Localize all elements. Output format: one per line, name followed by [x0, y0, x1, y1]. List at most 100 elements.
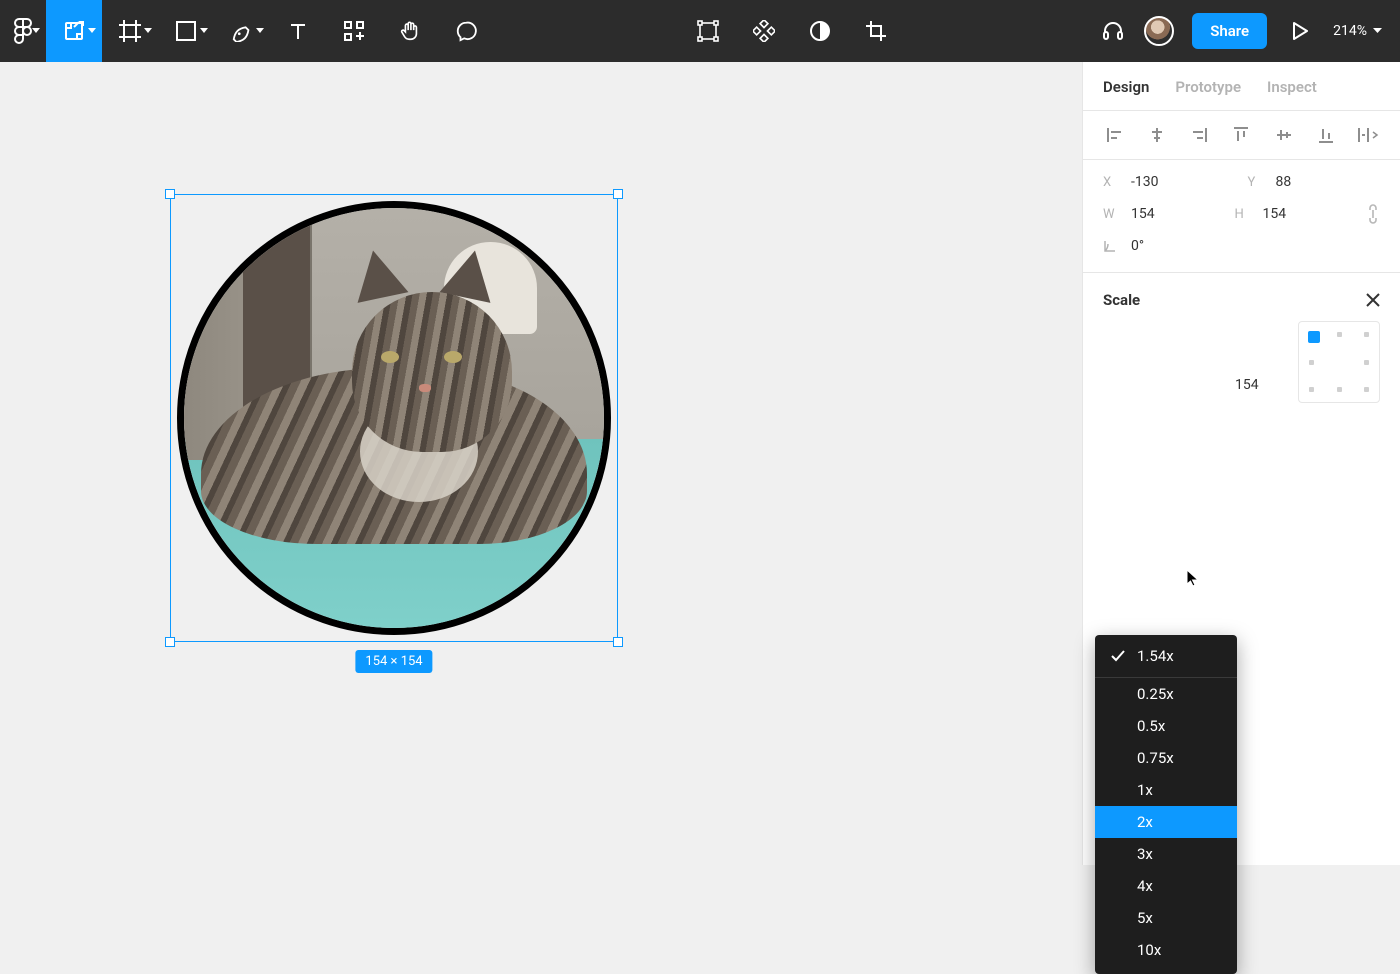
prop-x-label: X	[1103, 175, 1119, 190]
align-hcenter-icon	[1148, 126, 1166, 144]
distribute-icon	[1357, 126, 1379, 144]
component-tool-button[interactable]	[680, 0, 736, 62]
align-bottom-icon	[1317, 126, 1335, 144]
constraints-widget[interactable]	[1298, 321, 1380, 403]
angle-icon	[1103, 239, 1117, 253]
prop-angle-label	[1103, 239, 1119, 253]
prop-angle-value[interactable]: 0°	[1131, 238, 1144, 254]
dropdown-current-label: 1.54x	[1137, 647, 1174, 665]
prop-h-label: H	[1235, 207, 1251, 222]
frame-tool-button[interactable]	[102, 0, 158, 62]
pen-tool-button[interactable]	[214, 0, 270, 62]
tab-design[interactable]: Design	[1103, 78, 1149, 96]
dropdown-current-item[interactable]: 1.54x	[1095, 635, 1237, 678]
scale-section-body: 154 1.54x 0.25x 0.5x 0.75x 1x 2x 3x 4x 5…	[1083, 319, 1400, 339]
tab-inspect[interactable]: Inspect	[1267, 78, 1317, 96]
tab-prototype[interactable]: Prototype	[1175, 78, 1241, 96]
prop-y-label: Y	[1248, 175, 1264, 190]
group-selection-icon	[697, 20, 719, 42]
crop-icon	[865, 20, 887, 42]
headphones-icon	[1101, 19, 1125, 43]
selection-handle-bl[interactable]	[165, 637, 175, 647]
canvas-area[interactable]: 154 × 154	[0, 62, 1082, 865]
align-vcenter-button[interactable]	[1272, 123, 1296, 147]
scale-title: Scale	[1103, 291, 1140, 309]
dimension-badge: 154 × 154	[355, 650, 432, 673]
mask-button[interactable]	[792, 0, 848, 62]
close-icon	[1366, 293, 1380, 307]
share-button[interactable]: Share	[1192, 13, 1267, 49]
dropdown-option-2[interactable]: 0.75x	[1095, 742, 1237, 774]
dropdown-option-1[interactable]: 0.5x	[1095, 710, 1237, 742]
frame-icon	[119, 20, 141, 42]
comment-tool-button[interactable]	[438, 0, 494, 62]
figma-logo-icon	[14, 18, 32, 44]
align-hcenter-button[interactable]	[1145, 123, 1169, 147]
pen-icon	[231, 20, 253, 42]
cat-photo-placeholder	[184, 208, 604, 628]
resources-tool-button[interactable]	[326, 0, 382, 62]
align-right-icon	[1190, 126, 1208, 144]
align-left-button[interactable]	[1103, 123, 1127, 147]
hand-tool-button[interactable]	[382, 0, 438, 62]
text-tool-button[interactable]	[270, 0, 326, 62]
prop-w-label: W	[1103, 207, 1119, 222]
user-avatar[interactable]	[1144, 16, 1174, 46]
chevron-down-icon	[1373, 28, 1382, 34]
selection-handle-tl[interactable]	[165, 189, 175, 199]
scale-tool-icon	[62, 19, 86, 43]
dropdown-option-0[interactable]: 0.25x	[1095, 678, 1237, 710]
dropdown-option-4[interactable]: 2x	[1095, 806, 1237, 838]
zoom-control[interactable]: 214%	[1323, 23, 1400, 39]
present-button[interactable]	[1277, 0, 1323, 62]
align-top-icon	[1232, 126, 1250, 144]
align-top-button[interactable]	[1229, 123, 1253, 147]
hand-icon	[399, 20, 421, 42]
dropdown-option-6[interactable]: 4x	[1095, 870, 1237, 902]
alignment-row	[1083, 111, 1400, 160]
transform-section: X -130 Y 88 W 154 H 154	[1083, 160, 1400, 273]
right-panel: Design Prototype Inspect X -130 Y 88 W 1…	[1082, 62, 1400, 865]
selection-box[interactable]: 154 × 154	[170, 194, 618, 642]
align-bottom-button[interactable]	[1314, 123, 1338, 147]
selected-circle-image[interactable]	[177, 201, 611, 635]
link-dimensions-button[interactable]	[1366, 204, 1380, 224]
close-scale-button[interactable]	[1366, 293, 1380, 307]
figma-menu-button[interactable]	[0, 0, 46, 62]
component-icon	[753, 20, 775, 42]
shape-tool-button[interactable]	[158, 0, 214, 62]
zoom-value: 214%	[1333, 23, 1367, 39]
dropdown-option-8[interactable]: 10x	[1095, 934, 1237, 966]
dropdown-option-3[interactable]: 1x	[1095, 774, 1237, 806]
crop-button[interactable]	[848, 0, 904, 62]
align-vcenter-icon	[1275, 126, 1293, 144]
panel-tabs: Design Prototype Inspect	[1083, 62, 1400, 111]
audio-button[interactable]	[1090, 0, 1136, 62]
selection-handle-br[interactable]	[613, 637, 623, 647]
dropdown-option-5[interactable]: 3x	[1095, 838, 1237, 870]
scale-section-header: Scale	[1083, 273, 1400, 319]
distribute-button[interactable]	[1356, 123, 1380, 147]
comment-icon	[455, 20, 477, 42]
dropdown-option-7[interactable]: 5x	[1095, 902, 1237, 934]
scale-tool-button[interactable]	[46, 0, 102, 62]
link-icon	[1366, 204, 1380, 224]
text-icon	[288, 21, 308, 41]
align-left-icon	[1106, 126, 1124, 144]
prop-h-value[interactable]: 154	[1263, 206, 1287, 222]
scale-multiplier-dropdown[interactable]: 1.54x 0.25x 0.5x 0.75x 1x 2x 3x 4x 5x 10…	[1095, 635, 1237, 974]
align-right-button[interactable]	[1187, 123, 1211, 147]
top-toolbar: Share 214%	[0, 0, 1400, 62]
scale-width-value[interactable]: 154	[1235, 377, 1259, 393]
rectangle-icon	[176, 21, 196, 41]
play-icon	[1292, 22, 1308, 40]
constraint-anchor-tl[interactable]	[1308, 331, 1320, 343]
toolbar-center-tools	[680, 0, 904, 62]
prop-w-value[interactable]: 154	[1131, 206, 1155, 222]
create-component-button[interactable]	[736, 0, 792, 62]
prop-x-value[interactable]: -130	[1131, 174, 1158, 190]
mask-icon	[809, 20, 831, 42]
check-icon	[1111, 650, 1125, 662]
prop-y-value[interactable]: 88	[1276, 174, 1292, 190]
selection-handle-tr[interactable]	[613, 189, 623, 199]
